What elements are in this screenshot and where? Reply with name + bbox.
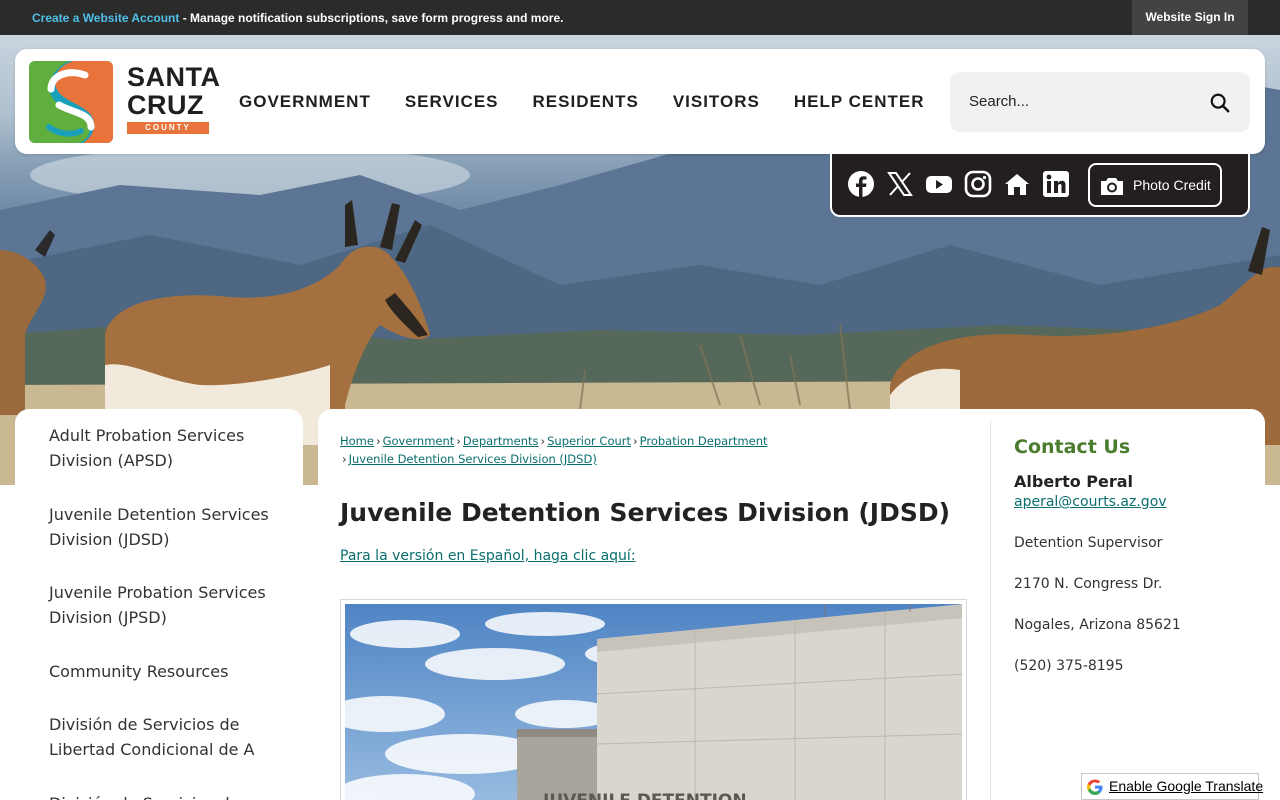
sidebar-item-jpsd[interactable]: Juvenile Probation Services Division (JP…: [49, 580, 289, 630]
google-icon: [1087, 779, 1103, 795]
county-logo-mark[interactable]: [29, 61, 113, 143]
sidebar-item-apsd[interactable]: Adult Probation Services Division (APSD): [49, 423, 289, 473]
nav-item-help-center[interactable]: HELP CENTER: [794, 92, 925, 112]
account-message-text: - Manage notification subscriptions, sav…: [179, 11, 564, 25]
social-media-bar: Photo Credit: [830, 154, 1250, 217]
breadcrumb-superior-court[interactable]: Superior Court: [547, 434, 631, 448]
camera-icon: [1101, 178, 1123, 195]
instagram-icon[interactable]: [964, 170, 992, 198]
main-navigation: GOVERNMENT SERVICES RESIDENTS VISITORS H…: [239, 92, 959, 112]
nav-item-government[interactable]: GOVERNMENT: [239, 92, 371, 112]
sidebar-item-jdsd[interactable]: Juvenile Detention Services Division (JD…: [49, 502, 289, 552]
nextdoor-icon[interactable]: [1003, 170, 1031, 198]
sidebar-navigation: Adult Probation Services Division (APSD)…: [15, 409, 303, 800]
x-icon[interactable]: [886, 170, 914, 198]
sidebar-item-community-resources[interactable]: Community Resources: [49, 659, 289, 684]
search-input[interactable]: Search...: [969, 93, 1029, 110]
detention-building-image: JUVENILE DETENTION: [345, 604, 962, 800]
building-photo: JUVENILE DETENTION: [340, 599, 967, 800]
breadcrumb-home[interactable]: Home: [340, 434, 374, 448]
photo-credit-button[interactable]: Photo Credit: [1088, 163, 1222, 207]
breadcrumb-current-page[interactable]: Juvenile Detention Services Division (JD…: [349, 452, 597, 466]
logo-line-santa: SANTA: [127, 62, 221, 92]
sidebar-item-division-libertad-a[interactable]: División de Servicios de Libertad Condic…: [49, 712, 289, 762]
breadcrumb-probation-department[interactable]: Probation Department: [640, 434, 768, 448]
breadcrumb-departments[interactable]: Departments: [463, 434, 539, 448]
search-box[interactable]: Search...: [950, 72, 1250, 132]
breadcrumb-separator: ›: [342, 452, 347, 466]
facebook-icon[interactable]: [847, 170, 875, 198]
breadcrumb-separator: ›: [456, 434, 461, 448]
website-sign-in-button[interactable]: Website Sign In: [1132, 0, 1248, 35]
linkedin-icon[interactable]: [1042, 170, 1070, 198]
main-content: Home › Government › Departments › Superior Cou…: [318, 409, 1265, 800]
breadcrumb-separator: ›: [375, 434, 381, 448]
nav-item-residents[interactable]: RESIDENTS: [533, 92, 639, 112]
contact-title: Detention Supervisor: [1014, 535, 1163, 551]
account-message: Create a Website Account - Manage notifi…: [32, 11, 563, 25]
breadcrumb-separator: ›: [540, 434, 546, 448]
google-translate-label: Enable Google Translate: [1109, 778, 1264, 794]
contact-header: Contact Us: [1014, 436, 1131, 458]
contact-email-link[interactable]: aperal@courts.az.gov: [1014, 494, 1254, 510]
contact-address-line1: 2170 N. Congress Dr.: [1014, 576, 1163, 592]
contact-name: Alberto Peral: [1014, 472, 1134, 491]
breadcrumb: Home › Government › Departments › Superior Cou…: [340, 432, 980, 468]
google-translate-button[interactable]: Enable Google Translate: [1081, 773, 1263, 800]
nav-item-visitors[interactable]: VISITORS: [673, 92, 760, 112]
content-divider: [990, 421, 991, 800]
building-sign-text: JUVENILE DETENTION: [542, 791, 747, 800]
breadcrumb-separator: ›: [633, 434, 638, 448]
breadcrumb-government[interactable]: Government: [383, 434, 455, 448]
site-header: SANTA CRUZ COUNTY GOVERNMENT SERVICES RE…: [15, 49, 1265, 154]
sidebar-item-division-servicios[interactable]: División de Servicios de: [49, 791, 289, 800]
youtube-icon[interactable]: [925, 170, 953, 198]
create-account-link[interactable]: Create a Website Account: [32, 11, 179, 25]
contact-address-line2: Nogales, Arizona 85621: [1014, 617, 1181, 633]
contact-phone: (520) 375-8195: [1014, 658, 1124, 674]
page-title: Juvenile Detention Services Division (JD…: [340, 498, 951, 527]
logo-line-cruz: CRUZ: [127, 90, 204, 120]
contact-us-panel: Contact Us Alberto Peral aperal@courts.a…: [1014, 436, 1254, 674]
county-logo-wordmark[interactable]: SANTA CRUZ COUNTY: [127, 62, 221, 134]
spanish-version-link[interactable]: Para la versión en Español, haga clic aq…: [340, 548, 636, 564]
search-icon[interactable]: [1209, 92, 1231, 114]
top-utility-bar: Create a Website Account - Manage notifi…: [0, 0, 1280, 35]
logo-line-county: COUNTY: [127, 122, 209, 134]
photo-credit-label: Photo Credit: [1133, 177, 1211, 193]
nav-item-services[interactable]: SERVICES: [405, 92, 499, 112]
